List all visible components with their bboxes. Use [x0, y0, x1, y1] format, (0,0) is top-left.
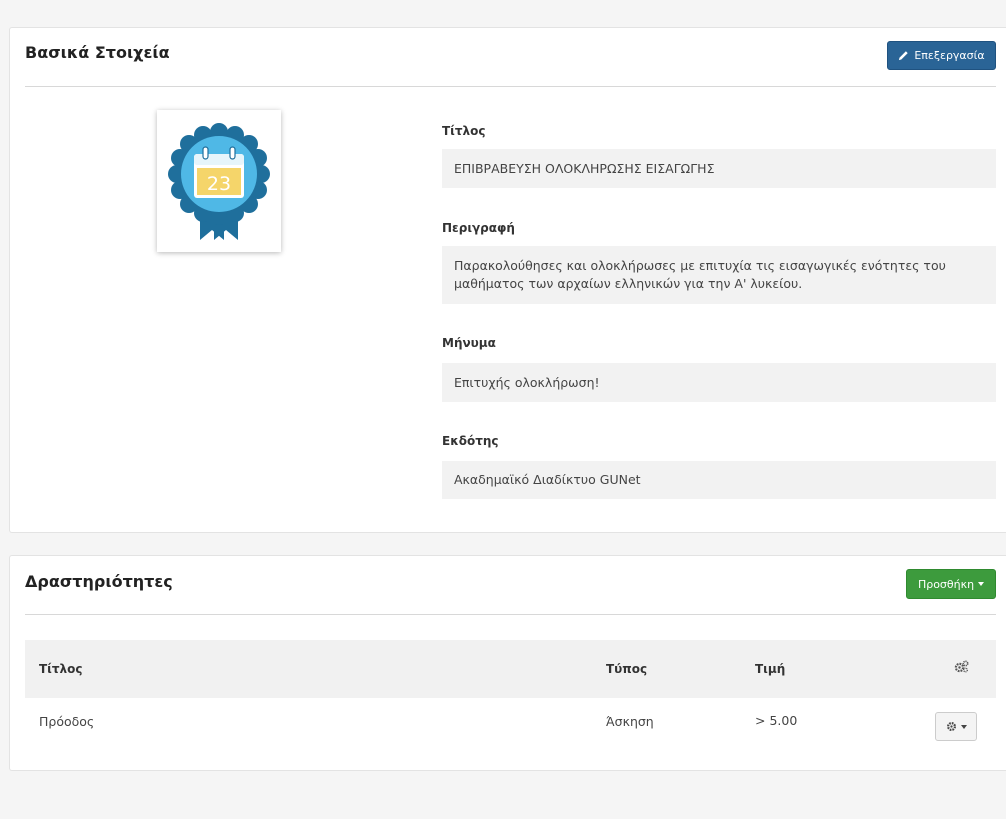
caret-down-icon	[978, 582, 985, 586]
row-title: Πρόοδος	[39, 714, 95, 729]
message-value: Επιτυχής ολοκλήρωση!	[442, 363, 996, 402]
activities-title: Δραστηριότητες	[25, 572, 173, 591]
basic-info-divider	[25, 86, 996, 87]
column-header-value: Τιμή	[755, 662, 786, 676]
column-header-title: Τίτλος	[39, 662, 83, 676]
activities-panel: Δραστηριότητες Προσθήκη Τίτλος Τύπος Τιμ…	[9, 555, 1006, 771]
row-value: > 5.00	[755, 713, 798, 728]
badge-image: 23	[157, 110, 281, 252]
caret-down-icon	[960, 724, 967, 729]
description-value: Παρακολούθησες και ολοκλήρωσες με επιτυχ…	[442, 246, 996, 304]
message-label: Μήνυμα	[442, 336, 496, 350]
title-label: Τίτλος	[442, 124, 486, 138]
calendar-badge-icon: 23	[168, 123, 270, 240]
row-type: Άσκηση	[606, 714, 654, 729]
add-button[interactable]: Προσθήκη	[906, 569, 996, 599]
basic-info-title: Βασικά Στοιχεία	[25, 43, 170, 62]
pencil-icon	[899, 51, 909, 61]
gears-icon	[954, 660, 969, 673]
activities-divider	[25, 614, 996, 615]
basic-info-panel: Βασικά Στοιχεία Επεξεργασία 23 Τίτλος ΕΠ…	[9, 27, 1006, 533]
table-header: Τίτλος Τύπος Τιμή	[25, 640, 996, 698]
edit-button-label: Επεξεργασία	[914, 49, 985, 62]
badge-number: 23	[207, 173, 231, 195]
gear-icon	[946, 721, 956, 732]
column-header-type: Τύπος	[606, 662, 648, 676]
add-button-label: Προσθήκη	[917, 577, 975, 591]
title-value: ΕΠΙΒΡΑΒΕΥΣΗ ΟΛΟΚΛΗΡΩΣΗΣ ΕΙΣΑΓΩΓΗΣ	[442, 149, 996, 188]
issuer-value: Ακαδημαϊκό Διαδίκτυο GUNet	[442, 461, 996, 499]
row-actions-button[interactable]	[935, 712, 977, 741]
edit-button[interactable]: Επεξεργασία	[887, 41, 996, 70]
issuer-label: Εκδότης	[442, 434, 499, 448]
description-label: Περιγραφή	[442, 221, 515, 235]
